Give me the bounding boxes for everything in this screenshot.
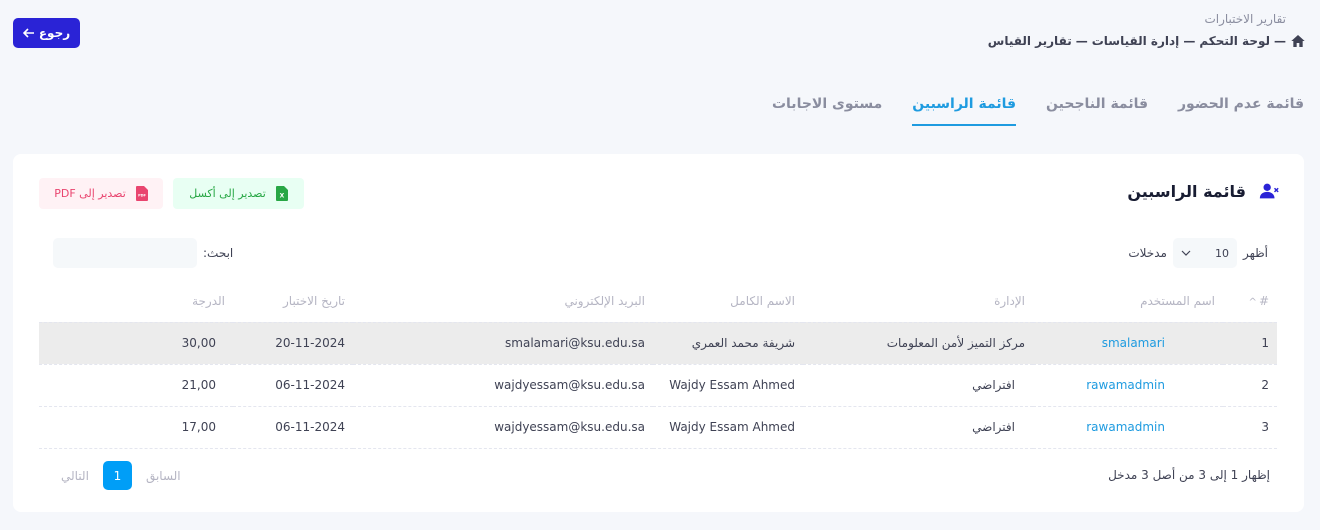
table-row: 2 rawamadmin افتراضي Wajdy Essam Ahmed w…: [39, 364, 1277, 407]
table-header-row: #^ اسم المستخدم الإدارة الاسم الكامل الب…: [39, 280, 1277, 323]
cell-email: wajdyessam@ksu.edu.sa: [353, 406, 653, 449]
breadcrumb-item-dashboard[interactable]: لوحة التحكم: [1199, 34, 1270, 48]
cell-number: 2: [1223, 364, 1277, 407]
pager-next[interactable]: التالي: [61, 469, 89, 483]
length-suffix: مدخلات: [1128, 246, 1167, 260]
cell-number: 1: [1223, 322, 1277, 365]
col-username[interactable]: اسم المستخدم: [1033, 280, 1223, 323]
breadcrumb-item-reports: تقارير القياس: [987, 34, 1072, 48]
back-label: رجوع: [38, 26, 71, 40]
tab-passed-list[interactable]: قائمة الناجحين: [1046, 96, 1148, 126]
cell-email: wajdyessam@ksu.edu.sa: [353, 364, 653, 407]
cell-department: افتراضي: [803, 406, 1033, 449]
tab-failed-list[interactable]: قائمة الراسبين: [912, 96, 1017, 126]
col-score[interactable]: الدرجة: [39, 280, 233, 323]
length-value: 10: [1214, 246, 1229, 260]
col-exam-date[interactable]: تاريخ الاختبار: [233, 280, 353, 323]
col-number[interactable]: #^: [1223, 280, 1277, 323]
home-icon[interactable]: [1290, 33, 1306, 49]
cell-exam-date: 20-11-2024: [233, 322, 353, 365]
table-info: إظهار 1 إلى 3 من أصل 3 مدخل: [1108, 468, 1270, 482]
cell-username[interactable]: smalamari: [1033, 322, 1223, 365]
export-excel-button[interactable]: X تصدير إلى أكسل: [173, 178, 304, 209]
failed-table: #^ اسم المستخدم الإدارة الاسم الكامل الب…: [39, 280, 1277, 449]
cell-score: 30,00: [39, 322, 233, 365]
cell-number: 3: [1223, 406, 1277, 449]
breadcrumb-separator: —: [1075, 34, 1088, 48]
excel-icon-text: X: [279, 193, 284, 200]
tab-absent-list[interactable]: قائمة عدم الحضور: [1178, 96, 1304, 126]
search-control: ابحث:: [53, 238, 233, 268]
pdf-icon-text: PDF: [138, 194, 146, 198]
export-pdf-label: تصدير إلى PDF: [54, 187, 126, 200]
breadcrumb-item-measurements[interactable]: إدارة القياسات: [1092, 34, 1180, 48]
col-fullname[interactable]: الاسم الكامل: [653, 280, 803, 323]
pager-previous[interactable]: السابق: [146, 469, 181, 483]
card-title: قائمة الراسبين: [1127, 181, 1246, 201]
cell-fullname: Wajdy Essam Ahmed: [653, 406, 803, 449]
col-department[interactable]: الإدارة: [803, 280, 1033, 323]
cell-score: 21,00: [39, 364, 233, 407]
length-control: أظهر 10 مدخلات: [1128, 238, 1268, 268]
breadcrumb-separator: —: [1274, 34, 1286, 48]
cell-username[interactable]: rawamadmin: [1033, 364, 1223, 407]
export-pdf-button[interactable]: PDF تصدير إلى PDF: [39, 178, 163, 209]
cell-fullname: شريفة محمد العمري: [653, 322, 803, 365]
export-excel-label: تصدير إلى أكسل: [189, 187, 266, 200]
cell-department: افتراضي: [803, 364, 1033, 407]
table-row: 1 smalamari مركز التميز لأمن المعلومات ش…: [39, 322, 1277, 365]
breadcrumb-separator: —: [1183, 34, 1196, 48]
back-button[interactable]: رجوع: [13, 18, 80, 48]
pager-page-1[interactable]: 1: [102, 461, 132, 490]
cell-department: مركز التميز لأمن المعلومات: [803, 322, 1033, 365]
search-label: ابحث:: [203, 246, 234, 260]
length-select[interactable]: 10: [1172, 238, 1237, 268]
user-remove-icon: [1259, 183, 1279, 199]
sort-icon: ^: [1248, 296, 1257, 308]
length-prefix: أظهر: [1242, 246, 1268, 260]
col-email[interactable]: البريد الإلكتروني: [353, 280, 653, 323]
table-row: 3 rawamadmin افتراضي Wajdy Essam Ahmed w…: [39, 406, 1277, 449]
cell-email: smalamari@ksu.edu.sa: [353, 322, 653, 365]
cell-exam-date: 06-11-2024: [233, 364, 353, 407]
cell-exam-date: 06-11-2024: [233, 406, 353, 449]
cell-score: 17,00: [39, 406, 233, 449]
pagination: السابق 1 التالي: [61, 461, 181, 490]
tab-answer-level[interactable]: مستوى الاجابات: [772, 96, 882, 126]
pdf-file-icon: PDF: [135, 186, 148, 201]
cell-username[interactable]: rawamadmin: [1033, 406, 1223, 449]
arrow-left-icon: [22, 28, 34, 38]
card: قائمة الراسبين X تصدير إلى أكسل PDF تصدي…: [13, 154, 1304, 512]
page-title: تقارير الاختبارات: [1204, 12, 1286, 26]
card-header: قائمة الراسبين: [1127, 180, 1280, 202]
search-input[interactable]: [53, 238, 197, 268]
chevron-down-icon: [1181, 250, 1191, 256]
tabs: قائمة عدم الحضور قائمة الناجحين قائمة ال…: [772, 96, 1304, 126]
cell-fullname: Wajdy Essam Ahmed: [653, 364, 803, 407]
breadcrumb: — لوحة التحكم — إدارة القياسات — تقارير …: [988, 33, 1306, 49]
excel-file-icon: X: [275, 186, 288, 201]
